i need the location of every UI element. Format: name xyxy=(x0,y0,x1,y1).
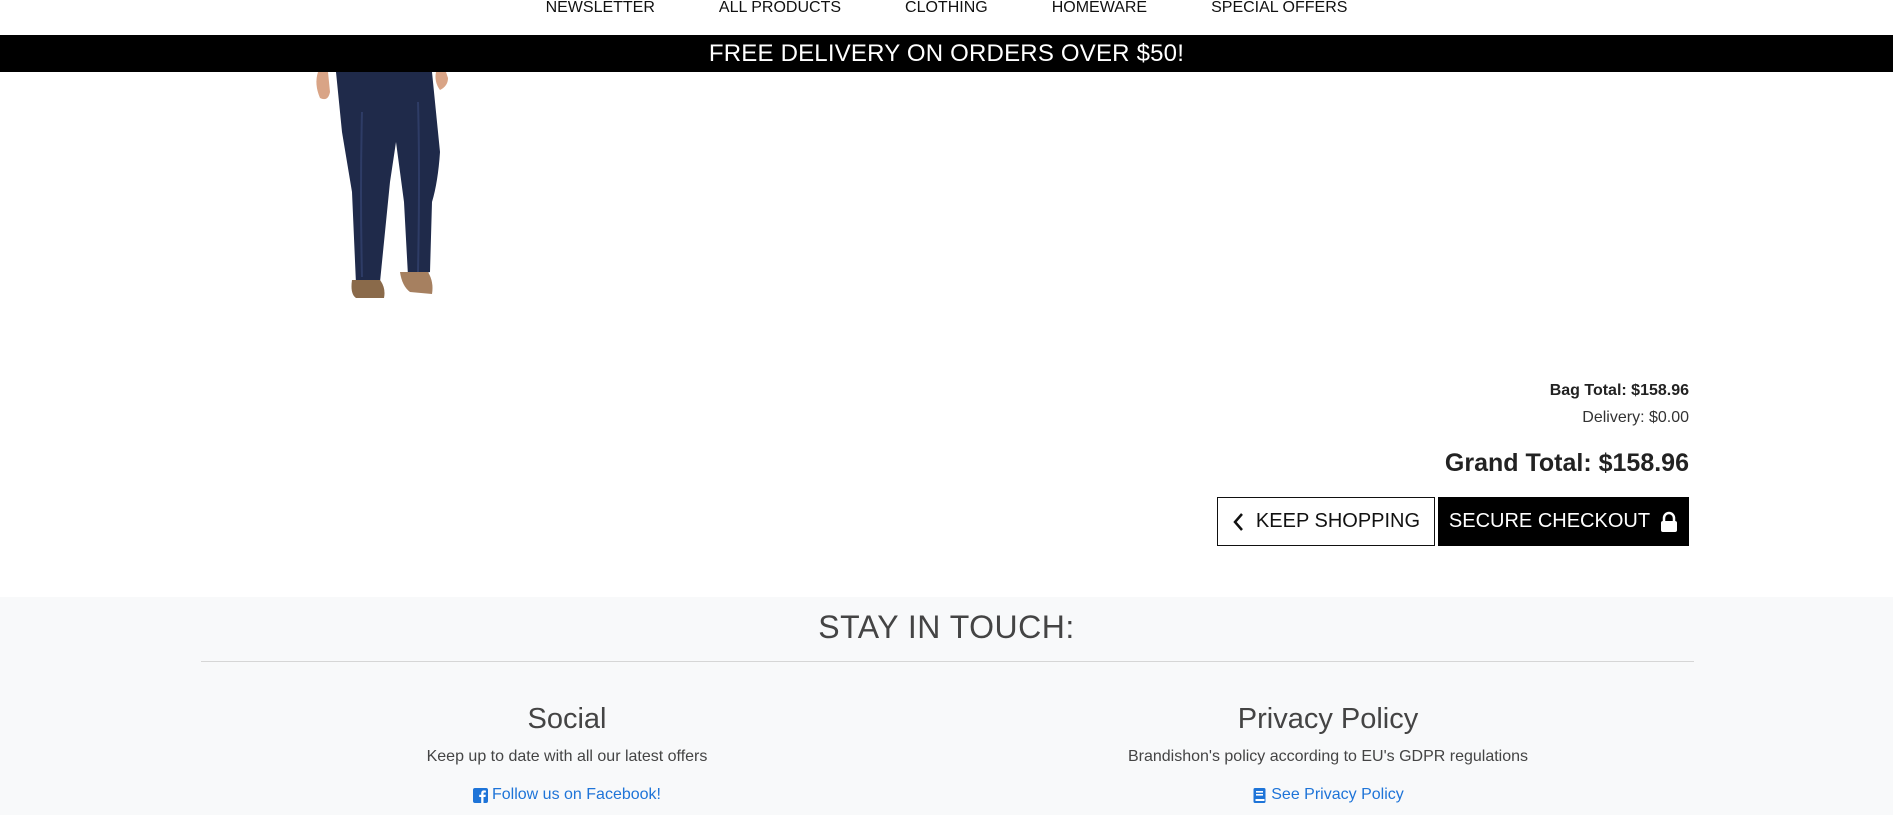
social-column: Social Keep up to date with all our late… xyxy=(317,701,817,808)
chevron-left-icon xyxy=(1233,512,1243,531)
cart-actions: KEEP SHOPPING SECURE CHECKOUT xyxy=(1217,497,1689,546)
facebook-link[interactable]: Follow us on Facebook! xyxy=(473,786,661,804)
secure-checkout-button[interactable]: SECURE CHECKOUT xyxy=(1438,497,1689,546)
privacy-heading: Privacy Policy xyxy=(1237,703,1419,735)
product-image[interactable] xyxy=(300,72,460,302)
footer: STAY IN TOUCH: Social Keep up to date wi… xyxy=(0,597,1893,815)
book-icon xyxy=(1253,787,1266,803)
privacy-policy-link[interactable]: See Privacy Policy xyxy=(1252,786,1404,804)
privacy-description: Brandishon's policy according to EU's GD… xyxy=(1127,748,1529,765)
nav-item-special-offers[interactable]: SPECIAL OFFERS xyxy=(1179,0,1379,16)
bag-total: Bag Total: $158.96 xyxy=(1549,382,1689,399)
facebook-icon xyxy=(473,787,488,803)
footer-title: STAY IN TOUCH: xyxy=(818,609,1075,645)
nav-list: NEWSLETTER ALL PRODUCTS CLOTHING HOMEWAR… xyxy=(514,0,1380,16)
nav-item-newsletter[interactable]: NEWSLETTER xyxy=(514,0,687,16)
jeans-illustration xyxy=(316,72,448,298)
keep-shopping-button[interactable]: KEEP SHOPPING xyxy=(1217,497,1435,546)
keep-shopping-label: KEEP SHOPPING xyxy=(1255,510,1421,532)
social-description: Keep up to date with all our latest offe… xyxy=(426,748,708,765)
lock-icon xyxy=(1661,511,1678,532)
social-heading: Social xyxy=(527,703,607,735)
privacy-column: Privacy Policy Brandishon's policy accor… xyxy=(1078,701,1578,808)
nav-item-all-products[interactable]: ALL PRODUCTS xyxy=(687,0,873,16)
free-delivery-banner: FREE DELIVERY ON ORDERS OVER $50! xyxy=(0,35,1893,72)
order-summary: Bag Total: $158.96 Delivery: $0.00 Grand… xyxy=(1445,380,1689,479)
nav-item-homeware[interactable]: HOMEWARE xyxy=(1020,0,1179,16)
banner-text: FREE DELIVERY ON ORDERS OVER $50! xyxy=(708,39,1185,67)
secure-checkout-label: SECURE CHECKOUT xyxy=(1448,510,1651,532)
top-navigation: NEWSLETTER ALL PRODUCTS CLOTHING HOMEWAR… xyxy=(0,0,1893,35)
privacy-policy-link-label: See Privacy Policy xyxy=(1271,786,1404,803)
grand-total: Grand Total: $158.96 xyxy=(1444,449,1689,477)
nav-item-clothing[interactable]: CLOTHING xyxy=(873,0,1020,16)
facebook-link-label: Follow us on Facebook! xyxy=(492,786,661,803)
footer-divider xyxy=(201,661,1694,662)
delivery-cost: Delivery: $0.00 xyxy=(1582,409,1689,426)
